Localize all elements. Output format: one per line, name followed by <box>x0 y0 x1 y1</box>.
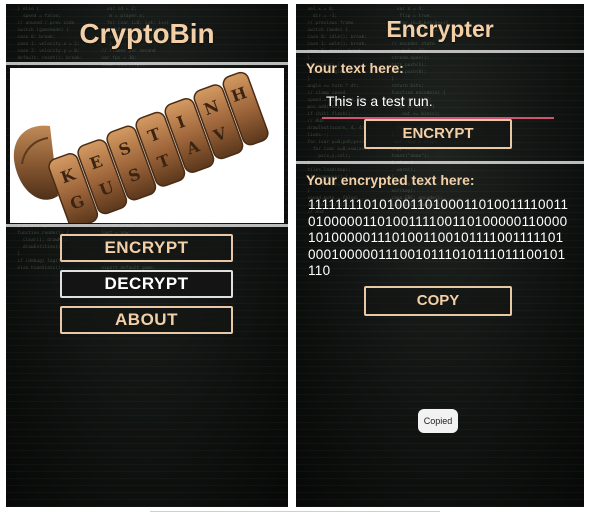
encrypted-output: 1111111101010011010001101001111001101000… <box>308 197 569 278</box>
hero-divider <box>6 224 288 227</box>
plaintext-input[interactable]: This is a test run. <box>326 93 433 109</box>
encrypt-button[interactable]: ENCRYPT <box>364 119 512 149</box>
about-menu-button[interactable]: ABOUT <box>60 306 233 334</box>
decrypt-menu-button[interactable]: DECRYPT <box>60 270 233 298</box>
header-divider <box>296 50 584 53</box>
header-divider <box>6 62 288 65</box>
cryptex-image: K E S T I N H G U S T A V <box>10 68 284 223</box>
screen-title: Encrypter <box>386 16 494 42</box>
main-screen: } else { var id = 2; speed = false; m = … <box>6 4 288 507</box>
input-label: Your text here: <box>306 60 404 76</box>
copied-toast: Copied <box>418 409 458 433</box>
page-bottom-line <box>150 511 440 512</box>
app-title: CryptoBin <box>79 18 215 49</box>
encrypt-menu-button[interactable]: ENCRYPT <box>60 234 233 262</box>
output-label: Your encrypted text here: <box>306 172 475 188</box>
copy-button[interactable]: COPY <box>364 286 512 316</box>
encrypter-screen: vel.x = 0; var n = 4; dir = -1; flip = t… <box>296 4 584 507</box>
section-divider <box>296 161 584 164</box>
